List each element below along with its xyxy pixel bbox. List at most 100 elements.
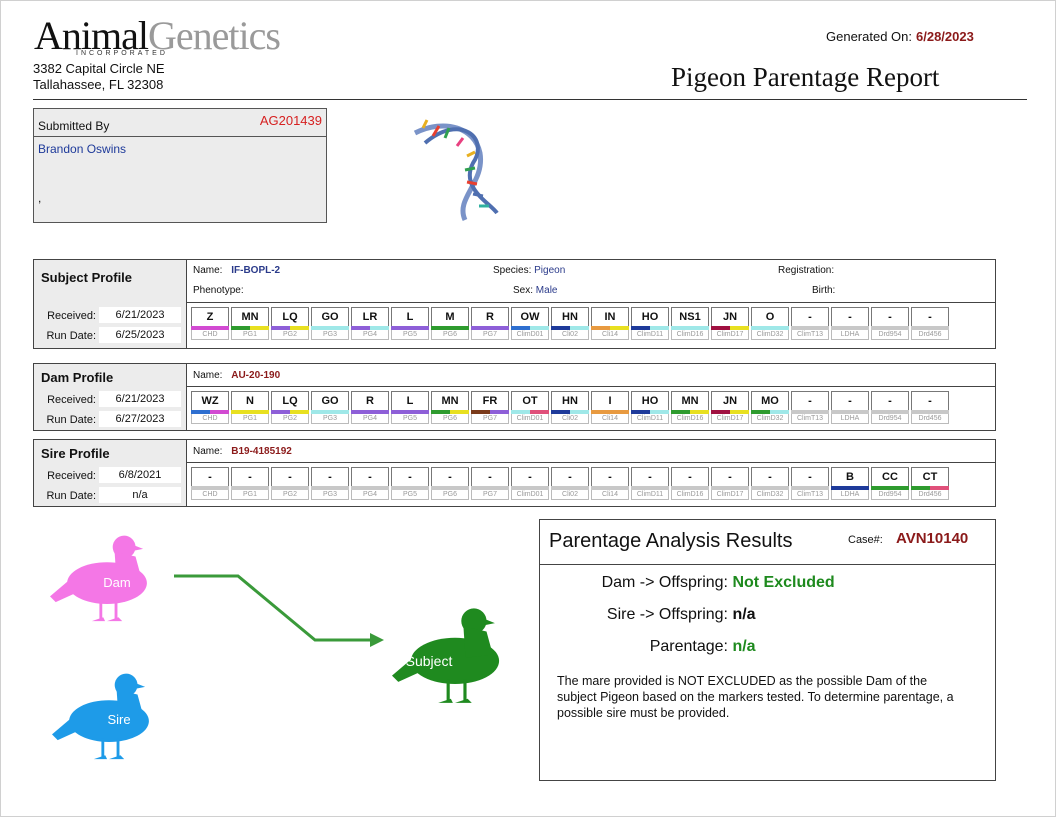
dna-helix-icon <box>413 119 499 222</box>
marker-name: Cli14 <box>591 490 629 500</box>
submitted-by-id: AG201439 <box>259 113 322 128</box>
results-box: Parentage Analysis Results Case#: AVN101… <box>539 519 996 781</box>
generated-on: Generated On: 6/28/2023 <box>826 29 974 44</box>
marker-allele: MN <box>431 391 469 410</box>
sire-offspring-row: Sire -> Offspring: n/a <box>540 606 756 624</box>
marker-allele: GO <box>311 391 349 410</box>
marker-allele: HO <box>631 307 669 326</box>
marker-allele: CC <box>871 467 909 486</box>
marker-cell: MN PG1 <box>231 307 269 341</box>
marker-name: ClimD16 <box>671 330 709 340</box>
dam-info-row: Name: AU-20-190 <box>186 364 995 387</box>
marker-name: CHD <box>191 414 229 424</box>
marker-cell: MO ClimD32 <box>751 391 789 425</box>
marker-name: PG7 <box>471 490 509 500</box>
marker-cell: - Cli14 <box>591 467 629 501</box>
marker-allele: - <box>671 467 709 486</box>
marker-cell: - PG2 <box>271 467 309 501</box>
marker-cell: LQ PG2 <box>271 307 309 341</box>
marker-allele: - <box>391 467 429 486</box>
marker-allele: - <box>511 467 549 486</box>
marker-cell: - Drd954 <box>871 307 909 341</box>
marker-name: CHD <box>191 330 229 340</box>
marker-cell: - ClimD32 <box>751 467 789 501</box>
subject-received-label: Received: <box>47 310 96 322</box>
sire-run-label: Run Date: <box>46 490 96 502</box>
marker-allele: L <box>391 391 429 410</box>
marker-name: PG4 <box>351 490 389 500</box>
marker-cell: - PG5 <box>391 467 429 501</box>
marker-cell: GO PG3 <box>311 391 349 425</box>
marker-allele: - <box>911 307 949 326</box>
marker-name: PG3 <box>311 490 349 500</box>
marker-cell: - ClimD17 <box>711 467 749 501</box>
registration-label: Registration: <box>778 265 835 276</box>
header-divider <box>33 99 1027 100</box>
marker-allele: FR <box>471 391 509 410</box>
marker-name: ClimD01 <box>511 490 549 500</box>
marker-name: ClimD16 <box>671 414 709 424</box>
submitter-name: Brandon Oswins <box>38 142 127 156</box>
subject-profile-title: Subject Profile <box>41 270 133 285</box>
marker-name: PG6 <box>431 490 469 500</box>
sire-profile-side: Sire Profile Received: 6/8/2021 Run Date… <box>34 440 187 506</box>
marker-cell: - PG4 <box>351 467 389 501</box>
subject-profile-box: Subject Profile Received: 6/21/2023 Run … <box>33 259 996 349</box>
arrow-head-icon <box>370 633 384 647</box>
dam-to-subject-arrow <box>174 574 370 642</box>
generated-date: 6/28/2023 <box>916 29 974 44</box>
marker-cell: - PG7 <box>471 467 509 501</box>
marker-allele: - <box>431 467 469 486</box>
marker-name: ClimD11 <box>631 414 669 424</box>
marker-name: PG2 <box>271 330 309 340</box>
marker-allele: - <box>831 391 869 410</box>
marker-name: ClimD17 <box>711 330 749 340</box>
marker-name: PG2 <box>271 414 309 424</box>
dam-offspring-label: Dam -> Offspring: <box>601 574 728 591</box>
marker-name: PG6 <box>431 414 469 424</box>
subject-markers: Z CHD MN PG1 LQ PG2 GO PG3 LR PG4 L PG5 M PG6 R PG7 OW Cl… <box>191 307 991 343</box>
marker-allele: Z <box>191 307 229 326</box>
marker-cell: WZ CHD <box>191 391 229 425</box>
marker-allele: - <box>791 391 829 410</box>
marker-name: Cli14 <box>591 414 629 424</box>
marker-allele: N <box>231 391 269 410</box>
marker-name: CHD <box>191 490 229 500</box>
marker-allele: OW <box>511 307 549 326</box>
marker-cell: - ClimD16 <box>671 467 709 501</box>
dam-pigeon-icon <box>50 535 147 622</box>
dam-profile-title: Dam Profile <box>41 370 114 385</box>
marker-cell: JN ClimD17 <box>711 307 749 341</box>
subject-info-row: Name: IF-BOPL-2 Species: Pigeon Registra… <box>186 260 995 303</box>
submitted-by-label: Submitted By <box>38 119 110 133</box>
submitted-by-box: Submitted By AG201439 Brandon Oswins , <box>33 108 327 223</box>
marker-cell: - ClimT13 <box>791 391 829 425</box>
marker-cell: MN PG6 <box>431 391 469 425</box>
marker-cell: - ClimD01 <box>511 467 549 501</box>
marker-allele: - <box>911 391 949 410</box>
marker-allele: OT <box>511 391 549 410</box>
dam-offspring-row: Dam -> Offspring: Not Excluded <box>540 574 835 592</box>
marker-cell: I Cli14 <box>591 391 629 425</box>
subject-profile-side: Subject Profile Received: 6/21/2023 Run … <box>34 260 187 348</box>
dam-run-label: Run Date: <box>46 414 96 426</box>
marker-name: ClimD32 <box>751 330 789 340</box>
dam-offspring-value: Not Excluded <box>732 574 835 591</box>
marker-name: ClimT13 <box>791 414 829 424</box>
marker-allele: L <box>391 307 429 326</box>
report-title: Pigeon Parentage Report <box>671 62 940 92</box>
marker-allele: - <box>191 467 229 486</box>
marker-cell: - PG6 <box>431 467 469 501</box>
marker-name: ClimD01 <box>511 414 549 424</box>
sire-offspring-value: n/a <box>732 606 756 623</box>
sire-pigeon-icon <box>52 673 149 760</box>
marker-allele: NS1 <box>671 307 709 326</box>
marker-allele: HN <box>551 391 589 410</box>
marker-name: ClimD17 <box>711 414 749 424</box>
marker-name: ClimD01 <box>511 330 549 340</box>
marker-allele: HN <box>551 307 589 326</box>
sire-markers: - CHD - PG1- PG2- PG3- PG4- PG5- PG6- PG7- ClimD01… <box>191 467 991 503</box>
marker-allele: R <box>351 391 389 410</box>
marker-name: LDHA <box>831 490 869 500</box>
marker-cell: NS1 ClimD16 <box>671 307 709 341</box>
